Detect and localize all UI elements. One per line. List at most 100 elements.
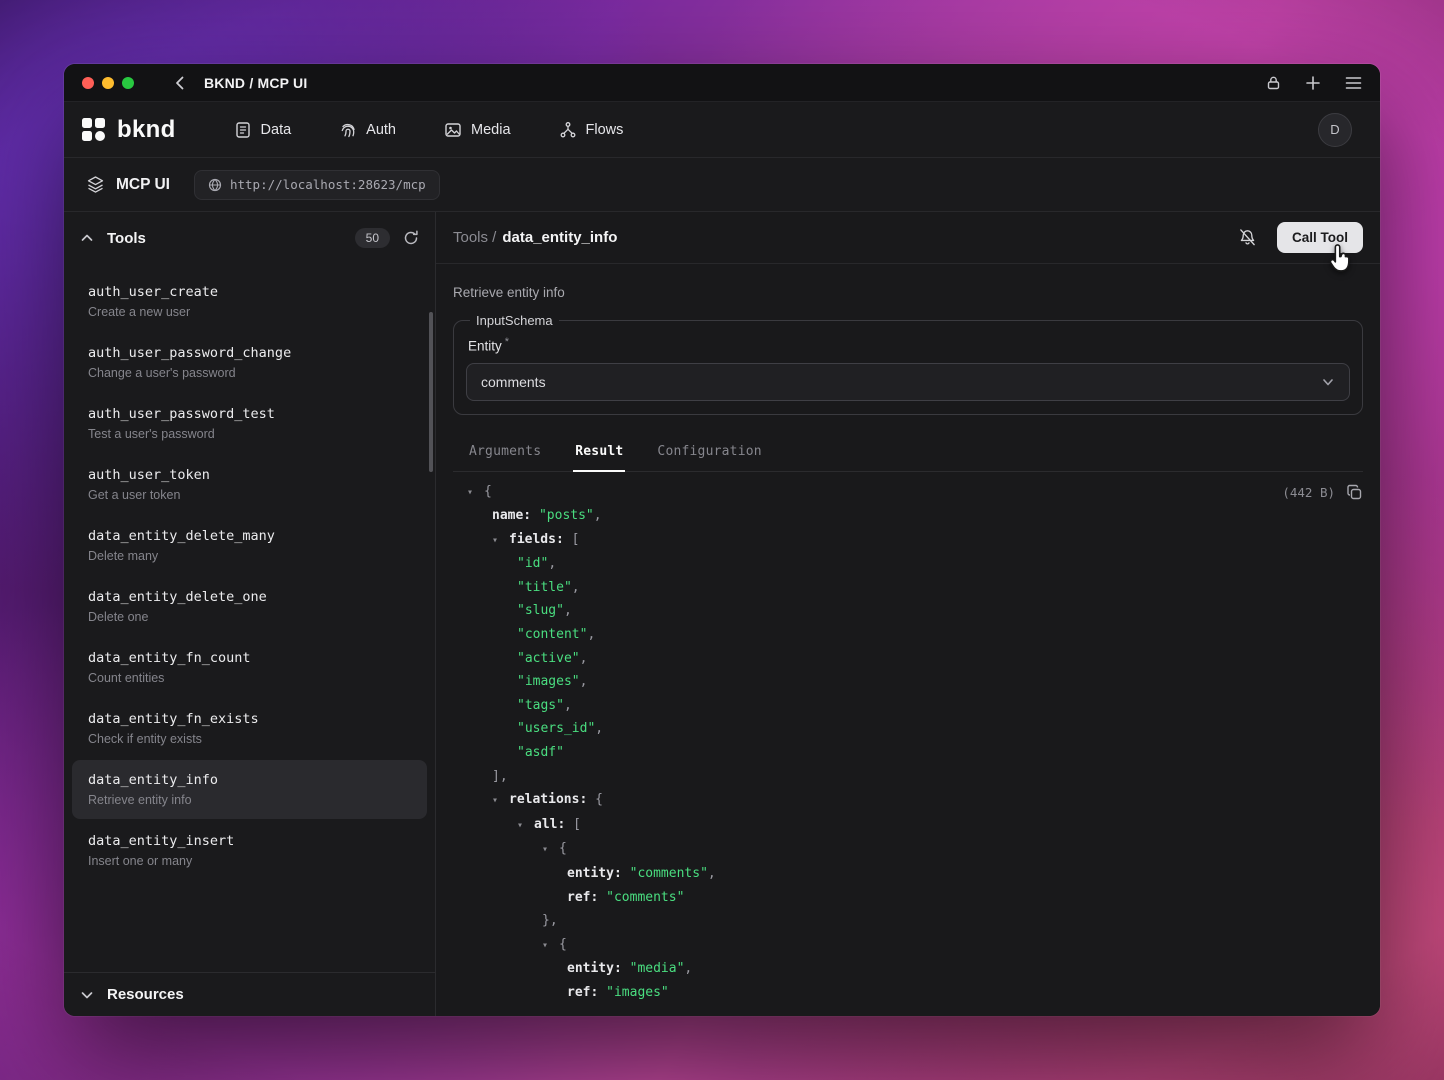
maximize-window-button[interactable]: [122, 77, 134, 89]
nav-item-auth[interactable]: Auth: [339, 121, 396, 139]
tab-result[interactable]: Result: [573, 434, 625, 472]
json-line: ▾{: [453, 837, 1363, 862]
json-token-str: "tags": [517, 698, 564, 713]
json-token-punct: {: [559, 841, 567, 856]
tools-list: auth_user_createCreate a new userauth_us…: [64, 264, 435, 972]
required-asterisk: *: [505, 336, 509, 348]
result-size-label: (442 B): [1282, 485, 1335, 500]
json-line: "content",: [453, 623, 1363, 647]
menu-button[interactable]: [1345, 76, 1362, 90]
json-token-punct: ,: [684, 961, 692, 976]
collapse-arrow-icon[interactable]: ▾: [492, 789, 509, 813]
tool-list-item-data_entity_insert[interactable]: data_entity_insertInsert one or many: [72, 821, 427, 880]
tool-name: data_entity_fn_count: [88, 650, 411, 666]
notifications-off-button[interactable]: [1238, 228, 1257, 247]
nav-item-label: Auth: [366, 122, 396, 138]
collapse-arrow-icon[interactable]: ▾: [542, 838, 559, 862]
breadcrumb-section[interactable]: Tools /: [453, 229, 496, 246]
entity-select[interactable]: comments: [466, 363, 1350, 401]
tool-list-item-data_entity_delete_many[interactable]: data_entity_delete_many Delete many: [72, 516, 427, 575]
nav-item-media[interactable]: Media: [444, 121, 511, 139]
lock-icon: [1266, 75, 1281, 91]
json-token-str: "comments": [606, 890, 684, 905]
collapse-arrow-icon[interactable]: ▾: [492, 529, 509, 553]
app-navbar: bknd Data Auth Media Flows D: [64, 102, 1380, 158]
tool-name: data_entity_insert: [88, 833, 411, 849]
image-icon: [444, 121, 462, 139]
tools-label: Tools: [107, 230, 146, 247]
tool-name: data_entity_fn_exists: [88, 711, 411, 727]
copy-result-button[interactable]: [1346, 484, 1363, 501]
nav-item-data[interactable]: Data: [234, 121, 292, 139]
tool-list-item-data_entity_fn_count[interactable]: data_entity_fn_countCount entities: [72, 638, 427, 697]
tab-arguments[interactable]: Arguments: [467, 434, 543, 472]
nav-items: Data Auth Media Flows: [234, 121, 624, 139]
nav-item-flows[interactable]: Flows: [559, 121, 624, 139]
json-token-str: "media": [630, 961, 685, 976]
bell-off-icon: [1238, 228, 1257, 247]
resources-section-header[interactable]: Resources: [64, 972, 435, 1016]
collapse-arrow-icon[interactable]: ▾: [467, 481, 484, 505]
new-tab-button[interactable]: [1305, 75, 1321, 91]
brand-logo[interactable]: bknd: [80, 116, 176, 144]
tool-name: data_entity_delete_many: [88, 528, 411, 544]
window-titlebar: BKND / MCP UI: [64, 64, 1380, 102]
nav-item-label: Data: [261, 122, 292, 138]
json-token-punct: ,: [587, 627, 595, 642]
layers-icon: [86, 175, 105, 194]
json-token-key: ref:: [567, 890, 606, 905]
json-line: name: "posts",: [453, 504, 1363, 528]
json-token-punct: ,: [548, 556, 556, 571]
window-title: BKND / MCP UI: [204, 75, 307, 91]
fingerprint-icon: [339, 121, 357, 139]
close-window-button[interactable]: [82, 77, 94, 89]
tool-name: auth_user_token: [88, 467, 411, 483]
tool-list-item-data_entity_info[interactable]: data_entity_infoRetrieve entity info: [72, 760, 427, 819]
sidebar-scrollbar[interactable]: [429, 312, 433, 472]
json-token-punct: },: [542, 913, 558, 928]
tools-section-header[interactable]: Tools 50: [64, 212, 435, 264]
traffic-lights: [82, 77, 134, 89]
tool-description: Retrieve entity info: [88, 793, 411, 807]
json-token-punct: ],: [492, 769, 508, 784]
refresh-tools-button[interactable]: [403, 230, 419, 246]
json-line: "users_id",: [453, 717, 1363, 741]
tool-list-item-auth_user_password_test[interactable]: auth_user_password_testTest a user's pas…: [72, 394, 427, 453]
endpoint-url-pill[interactable]: http://localhost:28623/mcp: [194, 170, 440, 200]
input-schema-legend: InputSchema: [470, 313, 559, 328]
user-avatar[interactable]: D: [1318, 113, 1352, 147]
json-line: ▾fields: [: [453, 528, 1363, 553]
tool-detail-content: Retrieve entity info InputSchema Entity*…: [436, 264, 1380, 1016]
minimize-window-button[interactable]: [102, 77, 114, 89]
json-token-str: "comments": [630, 866, 708, 881]
tool-list-item-data_entity_delete_one[interactable]: data_entity_delete_one Delete one: [72, 577, 427, 636]
breadcrumb-current: data_entity_info: [502, 229, 617, 246]
tool-description: Delete many: [88, 549, 411, 563]
call-tool-button[interactable]: Call Tool: [1277, 222, 1363, 253]
tool-list-item-auth_user_password_change[interactable]: auth_user_password_changeChange a user's…: [72, 333, 427, 392]
json-token-str: "posts": [539, 508, 594, 523]
tool-list-item-data_entity_fn_exists[interactable]: data_entity_fn_existsCheck if entity exi…: [72, 699, 427, 758]
json-token-punct: ,: [572, 580, 580, 595]
tool-name: data_entity_delete_one: [88, 589, 411, 605]
chevron-down-icon: [1321, 375, 1335, 389]
collapse-arrow-icon[interactable]: ▾: [542, 934, 559, 958]
chevron-down-icon: [80, 988, 94, 1002]
json-token-punct: {: [559, 937, 567, 952]
tool-list-item-auth_user_token[interactable]: auth_user_tokenGet a user token: [72, 455, 427, 514]
chevron-up-icon: [80, 231, 94, 245]
tool-list-item-auth_user_create[interactable]: auth_user_createCreate a new user: [72, 272, 427, 331]
tab-configuration[interactable]: Configuration: [655, 434, 763, 472]
json-line: "active",: [453, 647, 1363, 671]
tool-description: Change a user's password: [88, 366, 411, 380]
result-tabs: Arguments Result Configuration: [453, 434, 1363, 472]
tool-description: Create a new user: [88, 305, 411, 319]
back-button[interactable]: [172, 75, 188, 91]
json-line: entity: "media",: [453, 957, 1363, 981]
json-token-key: all:: [534, 817, 573, 832]
json-token-str: "title": [517, 580, 572, 595]
collapse-arrow-icon[interactable]: ▾: [517, 814, 534, 838]
tool-description: Delete one: [88, 610, 411, 624]
lock-button[interactable]: [1266, 75, 1281, 91]
json-line: "id",: [453, 552, 1363, 576]
